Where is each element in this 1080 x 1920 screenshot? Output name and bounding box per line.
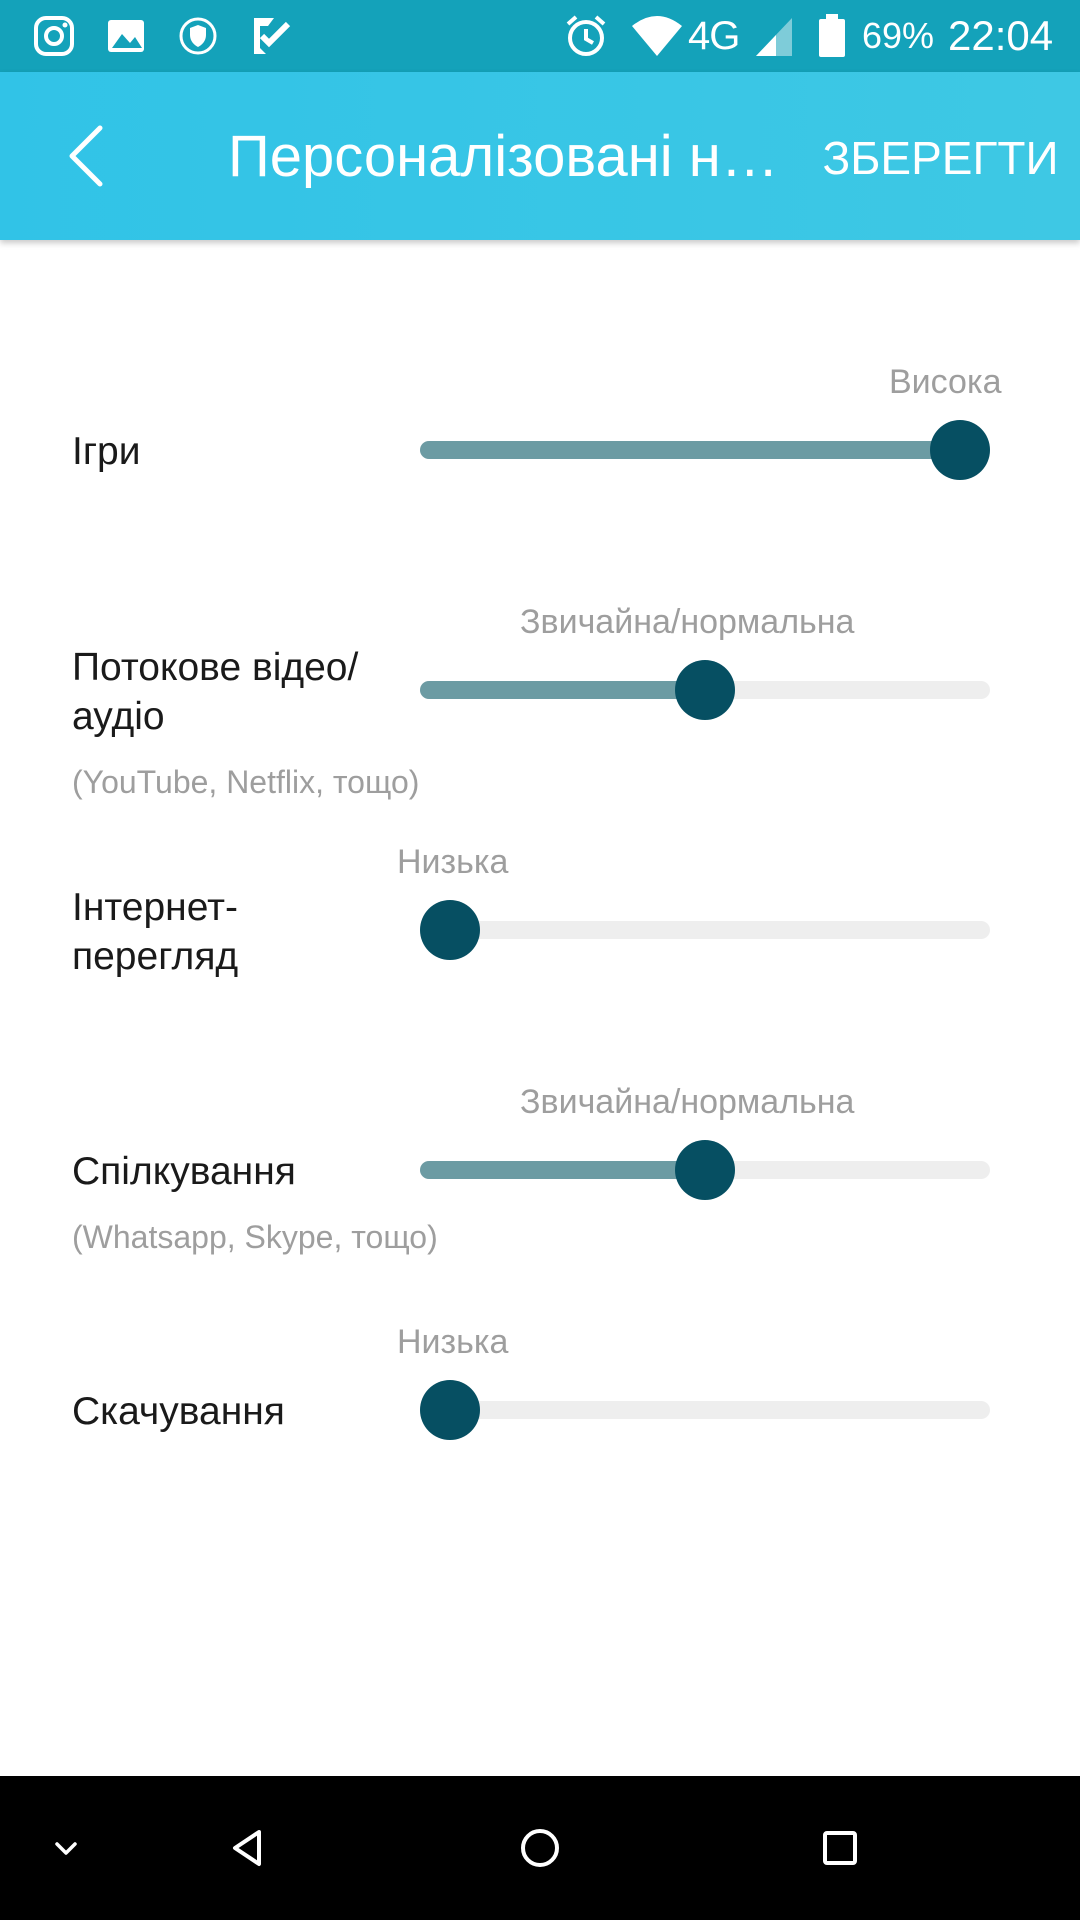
nav-home-button[interactable] — [500, 1808, 580, 1888]
row-label: Ігри — [72, 430, 141, 473]
level-label: Висока — [889, 363, 1002, 401]
status-bar: 4G 69% 22:04 — [0, 0, 1080, 72]
row-subtitle: (YouTube, Netflix, тощо) — [72, 764, 420, 800]
system-nav-bar — [0, 1776, 1080, 1920]
slider-fill — [420, 681, 705, 699]
nav-recents-button[interactable] — [800, 1808, 880, 1888]
slider-thumb[interactable] — [930, 420, 990, 480]
level-label: Низька — [397, 843, 509, 881]
slider-thumb[interactable] — [420, 900, 480, 960]
chevron-down-icon — [26, 1808, 106, 1888]
chevron-left-icon — [50, 116, 130, 196]
clock: 22:04 — [948, 12, 1054, 59]
slider-thumb[interactable] — [420, 1380, 480, 1440]
slider-fill — [420, 441, 960, 459]
battery-icon — [816, 12, 848, 60]
back-triangle-icon — [206, 1808, 286, 1888]
recents-square-icon — [800, 1808, 880, 1888]
battery-percent: 69% — [862, 15, 935, 56]
level-label: Низька — [397, 1323, 509, 1361]
row-subtitle: (Whatsapp, Skype, тощо) — [72, 1219, 438, 1255]
page-title: Персоналізовані н… — [228, 124, 779, 189]
slider-communication[interactable] — [420, 1140, 990, 1200]
level-label: Звичайна/нормальна — [520, 603, 855, 641]
row-label: Скачування — [72, 1390, 285, 1433]
slider-track — [420, 1401, 990, 1419]
nav-back-button[interactable] — [206, 1808, 286, 1888]
back-button[interactable] — [50, 116, 130, 196]
row-label: Потокове відео/аудіо — [72, 646, 359, 738]
slider-browsing[interactable] — [420, 900, 990, 960]
hide-keyboard-button[interactable] — [26, 1808, 106, 1888]
slider-games[interactable] — [420, 420, 990, 480]
app-bar: Персоналізовані н… ЗБЕРЕГТИ — [0, 72, 1080, 240]
signal-icon — [752, 12, 796, 60]
slider-fill — [420, 1161, 705, 1179]
slider-downloads[interactable] — [420, 1380, 990, 1440]
slider-streaming[interactable] — [420, 660, 990, 720]
vpn-shield-icon — [174, 12, 222, 60]
network-type: 4G — [688, 14, 740, 58]
gallery-icon — [102, 12, 150, 60]
row-label: Спілкування — [72, 1150, 296, 1193]
save-button[interactable]: ЗБЕРЕГТИ — [818, 128, 1063, 188]
row-label: Інтернет-перегляд — [72, 886, 239, 978]
slider-thumb[interactable] — [675, 1140, 735, 1200]
home-circle-icon — [500, 1808, 580, 1888]
instagram-icon — [30, 12, 78, 60]
slider-track — [420, 921, 990, 939]
wifi-icon — [630, 12, 684, 60]
level-label: Звичайна/нормальна — [520, 1083, 855, 1121]
slider-thumb[interactable] — [675, 660, 735, 720]
task-check-icon — [246, 12, 294, 60]
alarm-icon — [562, 12, 610, 60]
